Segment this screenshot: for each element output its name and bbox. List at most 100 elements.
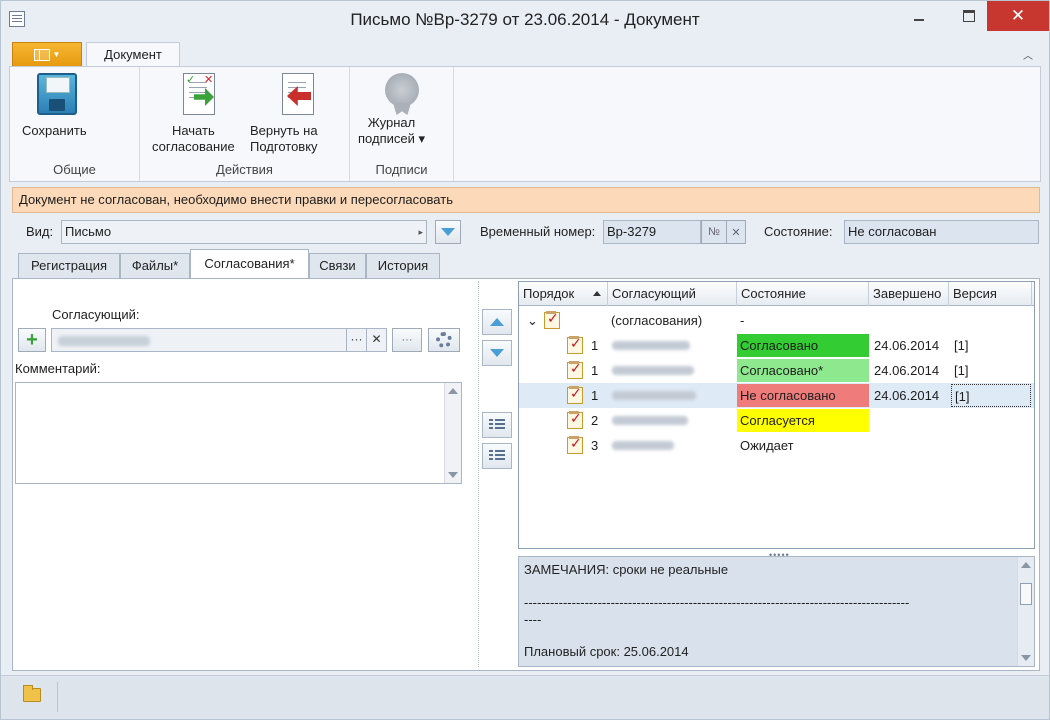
- clipboard-check-icon: [544, 310, 560, 329]
- tab-links[interactable]: Связи: [309, 253, 366, 278]
- temp-number-field[interactable]: Вр-3279: [603, 220, 701, 244]
- scroll-down-icon[interactable]: [1021, 655, 1031, 661]
- close-button[interactable]: ✕: [987, 1, 1049, 31]
- clipboard-check-icon: [567, 435, 583, 454]
- approver-clear-button[interactable]: ✕: [366, 329, 386, 351]
- row-approver-blurred: [612, 366, 694, 375]
- row-approver-blurred: [612, 341, 690, 350]
- row-version: [1]: [954, 338, 969, 353]
- column-completed[interactable]: Завершено: [869, 282, 949, 306]
- column-version[interactable]: Версия: [949, 282, 1032, 306]
- app-menu-icon: [33, 48, 50, 61]
- scroll-thumb[interactable]: [1020, 583, 1032, 605]
- status-divider: [57, 682, 58, 712]
- approver-browse-button[interactable]: ···: [346, 329, 366, 351]
- approver-label: Согласующий:: [52, 307, 140, 322]
- notes-line: ЗАМЕЧАНИЯ: сроки не реальные: [524, 562, 729, 577]
- scroll-down-icon[interactable]: [448, 472, 458, 478]
- temp-number-label: Временный номер:: [480, 224, 596, 239]
- ribbon-group-general: Сохранить Общие: [10, 67, 140, 181]
- row-completed: 24.06.2014: [874, 363, 940, 378]
- list-icon: [489, 419, 505, 431]
- pane-splitter[interactable]: [478, 281, 479, 667]
- type-value: Письмо: [65, 224, 112, 239]
- type-dropdown-button[interactable]: [435, 220, 461, 244]
- return-to-preparation-button[interactable]: Вернуть на Подготовку: [250, 73, 346, 154]
- type-label: Вид:: [26, 224, 54, 239]
- state-label: Состояние:: [764, 224, 833, 239]
- comment-scrollbar[interactable]: [444, 383, 461, 483]
- arrow-down-icon: [490, 349, 504, 357]
- notes-scrollbar[interactable]: [1017, 557, 1034, 666]
- start-approval-button[interactable]: ✓ ✕ Начать согласование: [152, 73, 246, 154]
- group-approver: (согласования): [611, 313, 703, 328]
- warning-banner: Документ не согласован, необходимо внест…: [12, 187, 1040, 213]
- table-row[interactable]: 3 Ожидает: [519, 433, 1034, 458]
- plus-icon: +: [26, 329, 38, 351]
- document-window: Письмо №Вр-3279 от 23.06.2014 - Документ…: [0, 0, 1050, 720]
- signature-journal-button[interactable]: Журнал подписей ▾: [358, 73, 446, 146]
- scroll-up-icon[interactable]: [1021, 562, 1031, 568]
- tab-files[interactable]: Файлы*: [120, 253, 190, 278]
- add-approver-button[interactable]: +: [18, 328, 46, 352]
- scroll-up-icon[interactable]: [448, 388, 458, 394]
- table-row[interactable]: 1 Согласовано 24.06.2014 [1]: [519, 333, 1034, 358]
- clipboard-check-icon: [567, 335, 583, 354]
- row-approver-blurred: [612, 441, 674, 450]
- maximize-button[interactable]: [949, 1, 989, 31]
- ribbon-collapse-icon[interactable]: ︿: [1023, 47, 1033, 62]
- signature-journal-icon: [385, 73, 419, 107]
- row-state: Ожидает: [740, 438, 794, 453]
- tab-history[interactable]: История: [366, 253, 440, 278]
- number-button[interactable]: №: [701, 220, 727, 244]
- return-icon: [282, 73, 314, 115]
- state-value: Не согласован: [848, 224, 937, 239]
- notes-pane: ••••• ЗАМЕЧАНИЯ: сроки не реальные -----…: [518, 550, 1035, 667]
- comment-textarea[interactable]: [15, 382, 462, 484]
- save-button[interactable]: Сохранить: [22, 73, 92, 138]
- column-order[interactable]: Порядок: [519, 282, 608, 306]
- save-button-label: Сохранить: [22, 123, 87, 138]
- clipboard-check-icon: [567, 410, 583, 429]
- column-approver[interactable]: Согласующий: [608, 282, 737, 306]
- ribbon-group-caption: Действия: [216, 162, 273, 177]
- ellipsis-icon: ···: [401, 334, 413, 346]
- grid-group-row[interactable]: ⌄ (согласования) -: [519, 308, 1034, 333]
- tab-registration[interactable]: Регистрация: [18, 253, 120, 278]
- ribbon-group-actions: ✓ ✕ Начать согласование Вернуть на Подгот…: [140, 67, 350, 181]
- row-order: 1: [591, 363, 599, 378]
- clipboard-check-icon: [567, 360, 583, 379]
- table-row[interactable]: 2 Согласуется: [519, 408, 1034, 433]
- type-field[interactable]: Письмо ▸: [61, 220, 427, 244]
- approver-combobox[interactable]: ··· ✕: [51, 328, 387, 352]
- row-completed: 24.06.2014: [874, 338, 940, 353]
- move-down-button[interactable]: [482, 340, 512, 366]
- window-title: Письмо №Вр-3279 от 23.06.2014 - Документ: [350, 10, 700, 29]
- sequential-order-button[interactable]: [482, 443, 512, 469]
- table-row[interactable]: 1 Не согласовано 24.06.2014 [1]: [519, 383, 1034, 408]
- resize-grip-icon[interactable]: •••••: [769, 550, 790, 560]
- chevron-right-icon: ▸: [418, 227, 423, 237]
- folder-icon[interactable]: [23, 685, 41, 702]
- table-row[interactable]: 1 Согласовано* 24.06.2014 [1]: [519, 358, 1034, 383]
- row-order: 1: [591, 338, 599, 353]
- close-icon: ✕: [731, 226, 741, 239]
- move-up-button[interactable]: [482, 309, 512, 335]
- ribbon-group-signatures: Журнал подписей ▾ Подписи: [350, 67, 454, 181]
- row-completed: 24.06.2014: [874, 388, 940, 403]
- clear-number-button[interactable]: ✕: [726, 220, 746, 244]
- close-icon: ✕: [1010, 6, 1026, 25]
- approver-more-button[interactable]: ···: [392, 328, 422, 352]
- parallel-order-button[interactable]: [482, 412, 512, 438]
- tab-approvals[interactable]: Согласования*: [190, 249, 309, 279]
- row-state: Не согласовано: [737, 384, 869, 407]
- ribbon: Сохранить Общие ✓ ✕ Начать согласование В…: [9, 66, 1041, 182]
- minimize-button[interactable]: [899, 1, 939, 31]
- expander-icon[interactable]: ⌄: [524, 309, 538, 332]
- app-menu-button[interactable]: ▼: [12, 42, 82, 67]
- start-approval-label: Начать согласование: [152, 123, 235, 154]
- ribbon-tab-document[interactable]: Документ: [86, 42, 180, 68]
- approver-settings-button[interactable]: [428, 328, 460, 352]
- column-state[interactable]: Состояние: [737, 282, 869, 306]
- row-order: 2: [591, 413, 599, 428]
